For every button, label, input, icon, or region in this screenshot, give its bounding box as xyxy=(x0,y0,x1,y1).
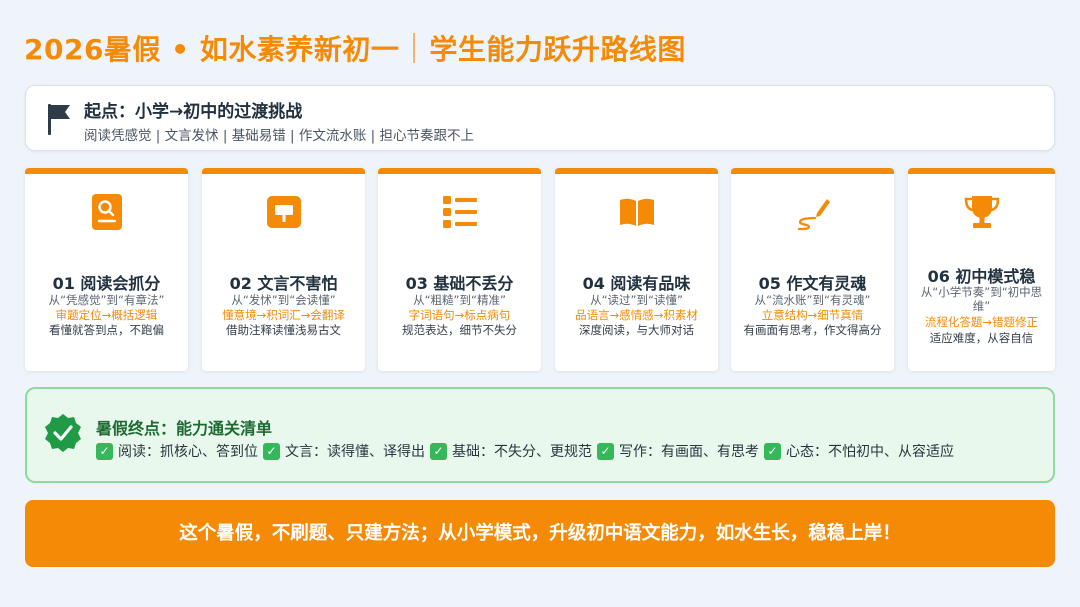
card-note: 规范表达，细节不失分 xyxy=(402,323,517,337)
card-title: 06 初中模式稳 xyxy=(927,267,1036,286)
ability-card-reading: 01 阅读会抓分 从“凭感觉”到“有章法” 审题定位→概括逻辑 看懂就答到点，不… xyxy=(25,168,188,371)
card-note: 有画面有思考，作文得高分 xyxy=(743,323,882,337)
ability-card-writing: 05 作文有灵魂 从“流水账”到“有灵魂” 立意结构→细节真情 有画面有思考，作… xyxy=(731,168,894,371)
ability-card-classical: 02 文言不害怕 从“发怵”到“会读懂” 懂意境→积词汇→会翻译 借助注释读懂浅… xyxy=(202,168,365,371)
card-title: 01 阅读会抓分 xyxy=(52,274,161,293)
card-path: 品语言→感情感→积素材 xyxy=(575,308,698,322)
card-from-to: 从“小学节奏”到“初中思维” xyxy=(920,285,1043,313)
ability-checklist: ✓ 阅读：抓核心、答到位 ✓ 文言：读得懂、译得出 ✓ 基础：不失分、更规范 ✓ 写作：… xyxy=(96,441,959,461)
page-title: 2026暑假 • 如水素养新初一 学生能力跃升路线图 xyxy=(24,28,686,68)
card-from-to: 从“读过”到“读懂” xyxy=(590,293,683,307)
card-path: 审题定位→概括逻辑 xyxy=(55,308,158,322)
ability-cards: 01 阅读会抓分 从“凭感觉”到“有章法” 审题定位→概括逻辑 看懂就答到点，不… xyxy=(25,168,1055,371)
ability-card-junior-mode: 06 初中模式稳 从“小学节奏”到“初中思维” 流程化答题→错题修正 适应难度，… xyxy=(908,168,1055,371)
page-title-main: 2026暑假 • 如水素养新初一 xyxy=(24,33,400,66)
checklist-item: ✓ 阅读：抓核心、答到位 xyxy=(96,441,258,461)
card-path: 字词语句→标点病句 xyxy=(408,308,511,322)
checklist-item: ✓ 心态：不怕初中、从容适应 xyxy=(764,441,954,461)
ability-card-appreciation: 04 阅读有品味 从“读过”到“读懂” 品语言→感情感→积素材 深度阅读，与大师… xyxy=(555,168,718,371)
card-from-to: 从“流水账”到“有灵魂” xyxy=(754,293,871,307)
card-title: 03 基础不丢分 xyxy=(405,274,514,293)
card-note: 适应难度，从容自信 xyxy=(929,331,1034,345)
slogan-banner: 这个暑假，不刷题、只建方法；从小学模式，升级初中语文能力，如水生长，稳稳上岸！ xyxy=(25,500,1055,567)
end-title: 暑假终点：能力通关清单 xyxy=(96,419,273,438)
flag-icon xyxy=(48,104,70,135)
checklist-item: ✓ 写作：有画面、有思考 xyxy=(597,441,759,461)
card-title: 05 作文有灵魂 xyxy=(758,274,867,293)
start-title: 起点：小学→初中的过渡挑战 xyxy=(84,102,303,122)
check-badge-icon xyxy=(45,414,81,452)
card-path: 懂意境→积词汇→会翻译 xyxy=(222,308,345,322)
list-icon xyxy=(443,196,477,228)
card-from-to: 从“凭感觉”到“有章法” xyxy=(48,293,165,307)
start-point-card: 起点：小学→初中的过渡挑战 阅读凭感觉 | 文言发怵 | 基础易错 | 作文流水… xyxy=(25,85,1055,151)
checklist-item: ✓ 基础：不失分、更规范 xyxy=(430,441,592,461)
card-title: 04 阅读有品味 xyxy=(582,274,691,293)
card-from-to: 从“发怵”到“会读懂” xyxy=(231,293,336,307)
card-note: 深度阅读，与大师对话 xyxy=(579,323,694,337)
card-title: 02 文言不害怕 xyxy=(229,274,338,293)
end-point-card: 暑假终点：能力通关清单 ✓ 阅读：抓核心、答到位 ✓ 文言：读得懂、译得出 ✓ 基础：… xyxy=(25,387,1055,483)
start-description: 阅读凭感觉 | 文言发怵 | 基础易错 | 作文流水账 | 担心节奏跟不上 xyxy=(84,128,475,144)
checkmark-icon: ✓ xyxy=(764,442,781,460)
scroll-icon xyxy=(267,196,301,228)
document-search-icon xyxy=(92,194,122,230)
trophy-icon xyxy=(964,196,1000,228)
checkmark-icon: ✓ xyxy=(430,442,447,460)
ability-card-basics: 03 基础不丢分 从“粗糙”到“精准” 字词语句→标点病句 规范表达，细节不失分 xyxy=(378,168,541,371)
card-from-to: 从“粗糙”到“精准” xyxy=(413,293,506,307)
card-path: 流程化答题→错题修正 xyxy=(924,315,1039,329)
card-note: 看懂就答到点，不跑偏 xyxy=(49,323,164,337)
card-path: 立意结构→细节真情 xyxy=(761,308,864,322)
checklist-item: ✓ 文言：读得懂、译得出 xyxy=(263,441,425,461)
title-divider xyxy=(413,33,416,63)
checkmark-icon: ✓ xyxy=(263,442,280,460)
page-title-sub: 学生能力跃升路线图 xyxy=(429,33,686,66)
checkmark-icon: ✓ xyxy=(96,442,113,460)
card-note: 借助注释读懂浅易古文 xyxy=(226,323,341,337)
checkmark-icon: ✓ xyxy=(597,442,614,460)
pen-icon xyxy=(797,199,830,231)
open-book-icon xyxy=(620,198,654,226)
